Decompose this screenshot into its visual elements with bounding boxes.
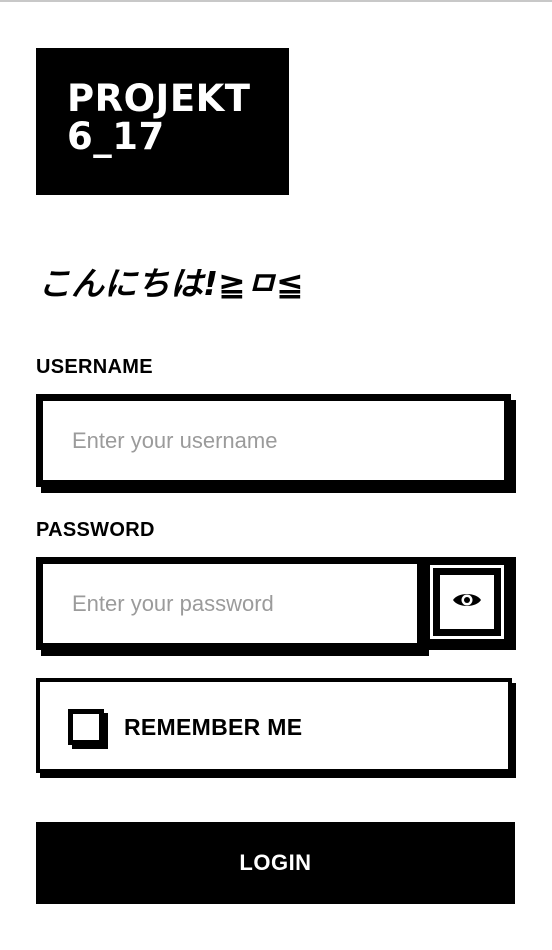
login-screen: PROJEKT 6_17 こんにちは!≧ㅁ≦ USERNAME PASSWORD xyxy=(0,0,552,950)
username-label: USERNAME xyxy=(36,356,153,378)
password-input[interactable] xyxy=(43,564,417,643)
username-field xyxy=(36,394,511,487)
login-button-shadow xyxy=(36,898,515,904)
password-field xyxy=(36,557,424,650)
login-button[interactable]: LOGIN xyxy=(36,822,515,904)
logo-line-1: PROJEKT xyxy=(67,77,251,120)
login-button-label: LOGIN xyxy=(239,850,312,875)
remember-me-label: REMEMBER ME xyxy=(124,714,303,740)
greeting-text: こんにちは!≧ㅁ≦ xyxy=(38,264,304,303)
app-logo: PROJEKT 6_17 xyxy=(36,48,289,195)
toggle-password-visibility-button[interactable] xyxy=(424,557,516,650)
username-input[interactable] xyxy=(43,401,504,480)
password-label: PASSWORD xyxy=(36,519,155,541)
remember-me-toggle[interactable]: REMEMBER ME xyxy=(36,678,512,773)
eye-icon xyxy=(452,590,482,615)
remember-me-checkbox[interactable] xyxy=(68,709,104,745)
toggle-button-frame xyxy=(430,565,504,639)
eye-icon-graphic xyxy=(453,593,481,606)
toggle-button-face xyxy=(437,572,497,632)
logo-line-2: 6_17 xyxy=(67,115,165,158)
